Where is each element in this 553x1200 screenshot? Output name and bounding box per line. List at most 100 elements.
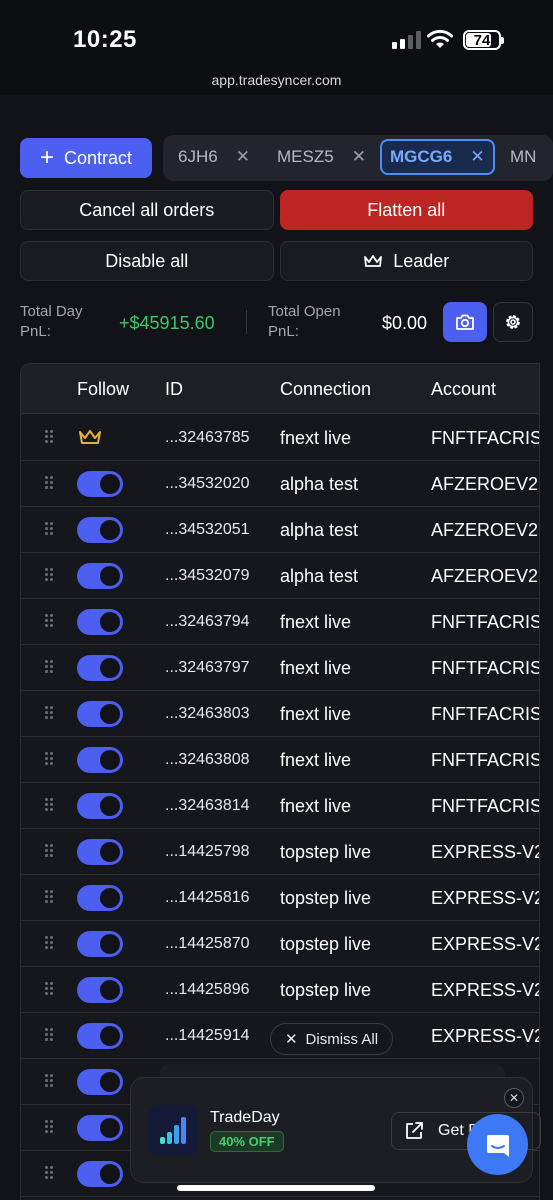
drag-handle-icon[interactable]	[45, 706, 54, 720]
account-name: AFZEROEV2	[431, 520, 539, 540]
drag-handle-icon[interactable]	[45, 798, 54, 812]
table-row[interactable]: ...34532020 alpha test AFZEROEV2	[21, 461, 539, 507]
follow-toggle[interactable]	[77, 563, 123, 589]
follow-toggle[interactable]	[77, 793, 123, 819]
follow-toggle[interactable]	[77, 1115, 123, 1141]
close-icon[interactable]: ✕	[470, 147, 484, 167]
table-row[interactable]: ...14425798 topstep live EXPRESS-V2	[21, 829, 539, 875]
discount-badge: 40% OFF	[210, 1131, 284, 1152]
follow-toggle[interactable]	[77, 885, 123, 911]
contract-tab-active[interactable]: MGCG6 ✕	[380, 139, 495, 175]
account-id: ...32463808	[165, 751, 250, 768]
follow-actions: Disable all Leader	[20, 241, 533, 281]
status-bar: 10:25 74 app.tradesyncer.com	[0, 0, 553, 95]
drag-handle-icon[interactable]	[45, 476, 54, 490]
follow-toggle[interactable]	[77, 655, 123, 681]
drag-handle-icon[interactable]	[45, 660, 54, 674]
leader-label: Leader	[393, 250, 450, 271]
flatten-all-button[interactable]: Flatten all	[279, 190, 533, 230]
account-name: FNFTFACRIS	[431, 428, 540, 448]
account-id: ...14425896	[165, 981, 250, 998]
leader-button[interactable]: Leader	[279, 241, 533, 281]
connection-name: fnext live	[280, 704, 352, 724]
account-name: EXPRESS-V2	[431, 1026, 540, 1046]
add-contract-label: Contract	[63, 147, 133, 168]
table-row[interactable]: ...32463808 fnext live FNFTFACRIS	[21, 737, 539, 783]
account-name: FNFTFACRIS	[431, 704, 540, 724]
drag-handle-icon[interactable]	[45, 1074, 54, 1088]
plus-icon: +	[39, 144, 54, 171]
drag-handle-icon[interactable]	[45, 982, 54, 996]
table-row[interactable]: ...34532079 alpha test AFZEROEV2	[21, 553, 539, 599]
close-promo-button[interactable]: ✕	[504, 1088, 524, 1108]
drag-handle-icon[interactable]	[45, 936, 54, 950]
table-row[interactable]: ...34532051 alpha test AFZEROEV2	[21, 507, 539, 553]
follow-toggle[interactable]	[77, 1023, 123, 1049]
screenshot-button[interactable]	[443, 302, 487, 342]
url-bar[interactable]: app.tradesyncer.com	[0, 72, 553, 88]
account-name: AFZEROEV2	[431, 566, 539, 586]
follow-toggle[interactable]	[77, 701, 123, 727]
table-row[interactable]: ...14425816 topstep live EXPRESS-V2	[21, 875, 539, 921]
follow-toggle[interactable]	[77, 977, 123, 1003]
account-id: ...34532051	[165, 521, 250, 538]
drag-handle-icon[interactable]	[45, 752, 54, 766]
connection-name: fnext live	[280, 658, 352, 678]
settings-button[interactable]	[493, 302, 533, 342]
table-row[interactable]: ...32463797 fnext live FNFTFACRIS	[21, 645, 539, 691]
column-header-account[interactable]: Account	[431, 379, 496, 400]
contract-tab[interactable]: 6JH6 ✕	[178, 139, 250, 175]
account-id: ...32463785	[165, 429, 250, 446]
total-open-pnl-value: $0.00	[382, 313, 428, 333]
account-name: FNFTFACRIS	[431, 612, 540, 632]
table-row[interactable]: ...32463803 fnext live FNFTFACRIS	[21, 691, 539, 737]
drag-handle-icon[interactable]	[45, 1120, 54, 1134]
account-name: EXPRESS-V2	[431, 980, 540, 1000]
disable-all-button[interactable]: Disable all	[20, 241, 274, 281]
order-actions: Cancel all orders Flatten all	[20, 190, 533, 230]
drag-handle-icon[interactable]	[45, 1166, 54, 1180]
clock: 10:25	[73, 26, 137, 53]
table-row[interactable]: ...32463794 fnext live FNFTFACRIS	[21, 599, 539, 645]
account-id: ...32463814	[165, 797, 250, 814]
total-open-pnl-label: Total Open PnL:	[268, 302, 341, 342]
chat-support-button[interactable]	[467, 1114, 528, 1175]
column-header-follow[interactable]: Follow	[77, 379, 129, 400]
drag-handle-icon[interactable]	[45, 1028, 54, 1042]
close-icon[interactable]: ✕	[352, 147, 366, 167]
table-row[interactable]: ...32463785 fnext live FNFTFACRIS	[21, 415, 539, 461]
follow-toggle[interactable]	[77, 1069, 123, 1095]
close-icon[interactable]: ✕	[236, 147, 250, 167]
follow-toggle[interactable]	[77, 609, 123, 635]
contract-tab-label: MN	[510, 147, 537, 166]
dismiss-all-button[interactable]: ✕ Dismiss All	[270, 1023, 393, 1055]
column-header-id[interactable]: ID	[165, 379, 183, 400]
follow-toggle[interactable]	[77, 471, 123, 497]
contract-tab[interactable]: MN	[510, 139, 536, 175]
follow-toggle[interactable]	[77, 517, 123, 543]
add-contract-button[interactable]: + Contract	[20, 138, 152, 178]
column-header-connection[interactable]: Connection	[280, 379, 371, 400]
table-row[interactable]: ...14425896 topstep live EXPRESS-V2	[21, 967, 539, 1013]
account-id: ...32463797	[165, 659, 250, 676]
table-row[interactable]: ...14425870 topstep live EXPRESS-V2	[21, 921, 539, 967]
drag-handle-icon[interactable]	[45, 614, 54, 628]
account-id: ...14425914	[165, 1027, 250, 1044]
total-day-pnl-value: +$45915.60	[119, 313, 215, 333]
drag-handle-icon[interactable]	[45, 844, 54, 858]
follow-toggle[interactable]	[77, 747, 123, 773]
connection-name: alpha test	[280, 520, 359, 540]
follow-toggle[interactable]	[77, 931, 123, 957]
drag-handle-icon[interactable]	[45, 430, 54, 444]
follow-toggle[interactable]	[77, 1161, 123, 1187]
drag-handle-icon[interactable]	[45, 890, 54, 904]
cancel-all-orders-button[interactable]: Cancel all orders	[20, 190, 274, 230]
bar-chart-icon	[160, 1117, 186, 1144]
table-row[interactable]: ...32463814 fnext live FNFTFACRIS	[21, 783, 539, 829]
drag-handle-icon[interactable]	[45, 522, 54, 536]
contract-tab[interactable]: MESZ5 ✕	[277, 139, 366, 175]
connection-name: fnext live	[280, 428, 352, 448]
connection-name: topstep live	[280, 888, 372, 908]
follow-toggle[interactable]	[77, 839, 123, 865]
drag-handle-icon[interactable]	[45, 568, 54, 582]
